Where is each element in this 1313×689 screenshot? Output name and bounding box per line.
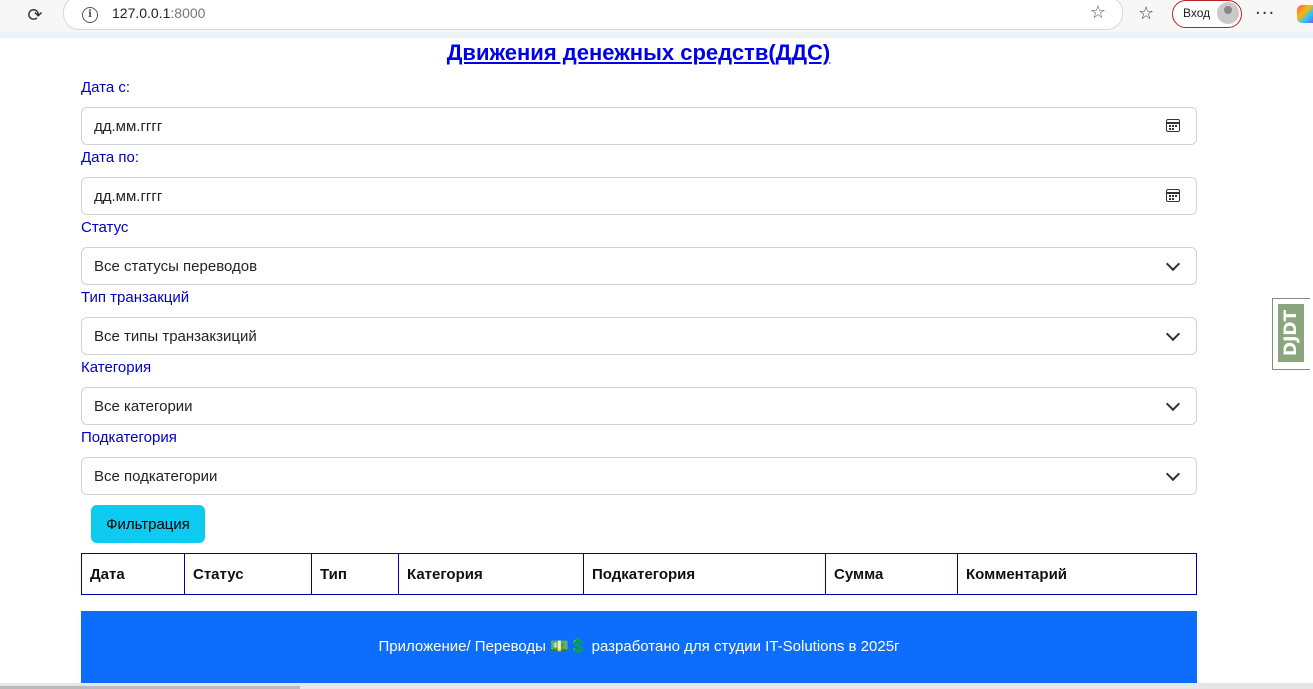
page-title[interactable]: Движения денежных средств(ДДС): [0, 40, 1277, 66]
browser-toolbar: ⟳ i 127.0.0.1:8000 ☆ ☆ Вход ···: [0, 0, 1313, 33]
category-value: Все категории: [94, 398, 193, 415]
column-header-category: Категория: [398, 553, 584, 595]
date-to-placeholder: дд.мм.гггг: [94, 188, 163, 205]
footer-text: Приложение/ Переводы 💵💲 разработано для …: [378, 638, 900, 655]
date-from-input[interactable]: дд.мм.гггг: [81, 107, 1197, 145]
login-button[interactable]: Вход: [1172, 0, 1242, 28]
chevron-down-icon: [1165, 466, 1181, 482]
status-label: Статус: [81, 219, 129, 236]
filter-button[interactable]: Фильтрация: [91, 505, 205, 543]
transactions-table: Дата Статус Тип Категория Подкатегория С…: [81, 553, 1197, 595]
url-host: 127.0.0.1: [112, 5, 171, 21]
chevron-down-icon: [1165, 326, 1181, 342]
column-header-comment: Комментарий: [957, 553, 1197, 595]
date-from-placeholder: дд.мм.гггг: [94, 118, 163, 135]
subcategory-label: Подкатегория: [81, 429, 177, 446]
type-select[interactable]: Все типы транзакзиций: [81, 317, 1197, 355]
info-icon[interactable]: i: [82, 7, 98, 23]
debug-toolbar-label: DJDT: [1278, 304, 1304, 362]
avatar: [1217, 2, 1239, 24]
type-value: Все типы транзакзиций: [94, 328, 257, 345]
toolbar-divider: [0, 32, 1313, 38]
category-label: Категория: [81, 359, 152, 376]
login-label: Вход: [1183, 6, 1211, 20]
category-select[interactable]: Все категории: [81, 387, 1197, 425]
status-select[interactable]: Все статусы переводов: [81, 247, 1197, 285]
star-icon[interactable]: ☆: [1090, 2, 1106, 23]
favorites-icon[interactable]: ☆: [1138, 3, 1154, 24]
column-header-amount: Сумма: [825, 553, 958, 595]
chevron-down-icon: [1165, 256, 1181, 272]
subcategory-select[interactable]: Все подкатегории: [81, 457, 1197, 495]
subcategory-value: Все подкатегории: [94, 468, 218, 485]
column-header-subcategory: Подкатегория: [583, 553, 826, 595]
url-text: 127.0.0.1:8000: [112, 5, 205, 21]
calendar-icon[interactable]: [1166, 189, 1180, 202]
debug-toolbar-handle[interactable]: DJDT: [1272, 298, 1310, 370]
column-header-date: Дата: [81, 553, 185, 595]
url-port: :8000: [170, 5, 206, 21]
type-label: Тип транзакций: [81, 289, 190, 306]
footer: Приложение/ Переводы 💵💲 разработано для …: [81, 611, 1197, 683]
table-header-row: Дата Статус Тип Категория Подкатегория С…: [81, 553, 1197, 595]
column-header-status: Статус: [184, 553, 312, 595]
date-to-label: Дата по:: [81, 149, 140, 166]
address-bar[interactable]: i 127.0.0.1:8000 ☆: [63, 0, 1123, 30]
date-from-label: Дата с:: [81, 79, 131, 96]
calendar-icon[interactable]: [1166, 119, 1180, 132]
column-header-type: Тип: [311, 553, 399, 595]
more-icon[interactable]: ···: [1255, 3, 1275, 24]
copilot-icon[interactable]: [1297, 5, 1313, 23]
reload-icon[interactable]: ⟳: [22, 3, 48, 29]
chevron-down-icon: [1165, 396, 1181, 412]
date-to-input[interactable]: дд.мм.гггг: [81, 177, 1197, 215]
status-value: Все статусы переводов: [94, 258, 258, 275]
